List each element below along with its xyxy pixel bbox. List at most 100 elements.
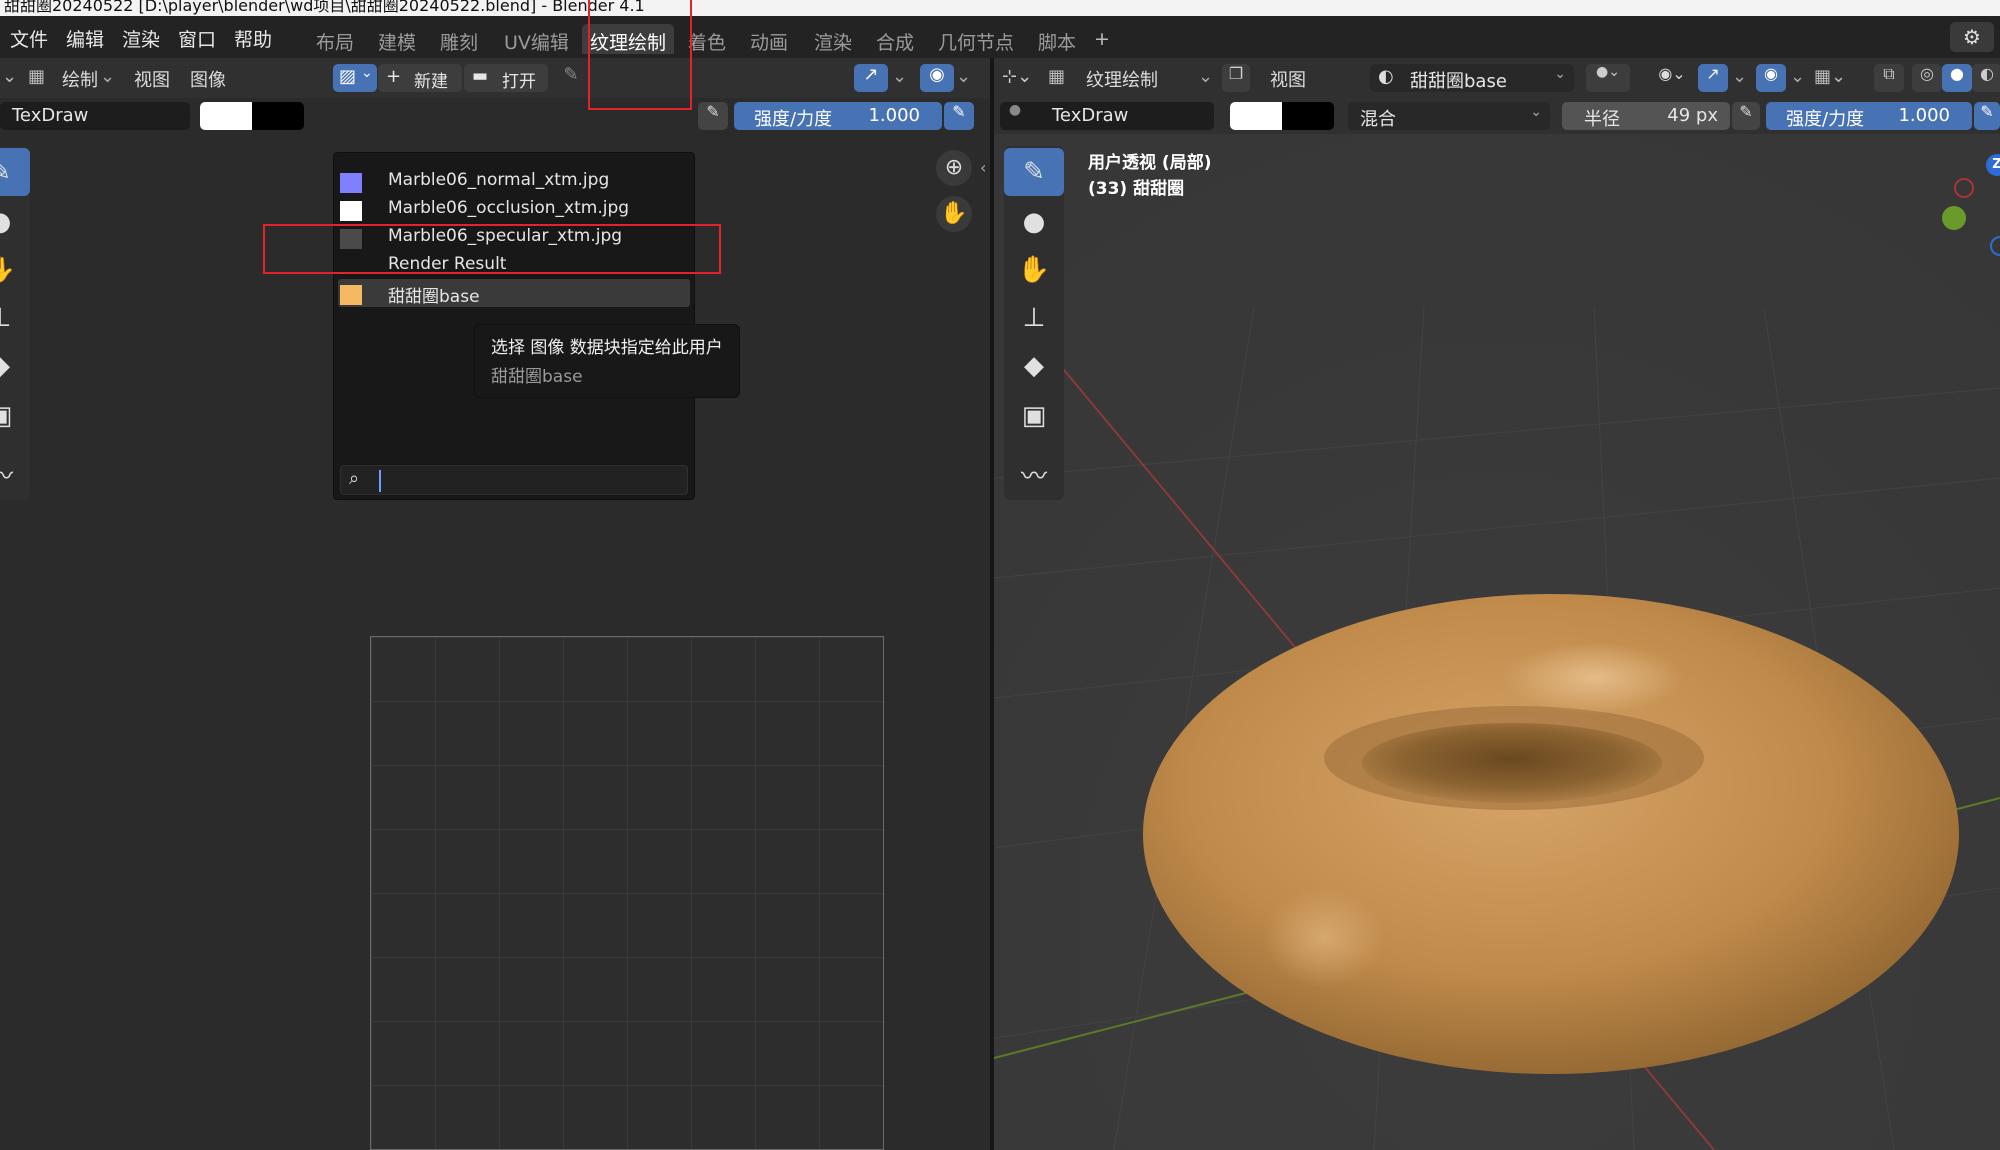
text-cursor: [379, 470, 381, 492]
radius-slider[interactable]: 半径 49 px: [1562, 102, 1730, 130]
visibility-eye-icon[interactable]: ◉⌄: [1650, 64, 1694, 92]
open-image-button[interactable]: ▬ 打开: [464, 64, 548, 92]
primary-color-swatch[interactable]: [1230, 102, 1282, 130]
tooltip-title: 选择 图像 数据块指定给此用户: [491, 338, 723, 358]
brush-name-field[interactable]: TexDraw: [1022, 102, 1214, 130]
editor-type-chevron-icon[interactable]: ⌄: [2, 66, 17, 87]
soften-brush-icon[interactable]: ●: [0, 198, 30, 246]
menu-view[interactable]: 视图: [1270, 66, 1306, 92]
gizmo-neg-x-axis[interactable]: [1954, 178, 1974, 198]
material-shading-icon[interactable]: ◐: [1972, 64, 2000, 92]
menu-window[interactable]: 窗口: [178, 25, 216, 52]
primary-color-swatch[interactable]: [200, 102, 252, 130]
list-item[interactable]: Marble06_normal_xtm.jpg: [334, 167, 694, 195]
xray-icon[interactable]: ⧉: [1874, 64, 1904, 92]
shading-point-icon[interactable]: ●⌄: [1586, 64, 1630, 92]
chevron-down-icon: ⌄: [892, 66, 908, 87]
add-workspace-button[interactable]: +: [1086, 24, 1118, 54]
window-title: 甜甜圈20240522 [D:\player\blender\wd项目\甜甜圈2…: [0, 0, 2000, 16]
mask-brush-icon[interactable]: ▣: [0, 392, 30, 440]
menu-render[interactable]: 渲染: [122, 25, 160, 52]
plus-icon: +: [386, 66, 402, 87]
checker-icon[interactable]: ▦⌄: [1814, 66, 1846, 87]
folder-icon: ▬: [472, 66, 489, 86]
editor-type-icon[interactable]: ⊹⌄: [1002, 66, 1032, 87]
new-image-button[interactable]: + 新建: [378, 64, 462, 92]
copy-icon[interactable]: ❐: [1222, 64, 1250, 92]
material-sphere-icon: ◐: [1378, 66, 1394, 87]
menu-help[interactable]: 帮助: [234, 25, 272, 52]
viewport-toolbar: ✎ ● ✋ ⊥ ◆ ▣ 〰: [1004, 146, 1064, 500]
draw-brush-icon[interactable]: ✎: [0, 148, 30, 196]
clone-brush-icon[interactable]: ⊥: [0, 294, 30, 342]
open-image-label: 打开: [502, 72, 536, 92]
menu-edit[interactable]: 编辑: [66, 25, 104, 52]
image-editor-header: ⌄ ▦ 绘制 ⌄ 视图 图像 ▨ ⌄ + 新建 ▬ 打开 ✎ ↗ ⌄ ◉ ⌄: [0, 58, 990, 98]
menu-file[interactable]: 文件: [10, 25, 48, 52]
overlay-icon[interactable]: ◉: [920, 64, 954, 92]
wireframe-shading-icon[interactable]: ◎: [1912, 64, 1942, 92]
tab-uv-editing[interactable]: UV编辑: [496, 24, 577, 54]
tab-sculpting[interactable]: 雕刻: [432, 24, 486, 54]
menu-view[interactable]: 视图: [134, 66, 170, 92]
mask-brush-icon[interactable]: ▣: [1004, 392, 1064, 440]
search-input[interactable]: ⌕: [340, 465, 688, 495]
gizmo-y-axis[interactable]: [1942, 206, 1966, 230]
strength-label: 强度/力度: [1786, 109, 1865, 130]
sidebar-toggle-icon[interactable]: ‹: [980, 158, 986, 177]
list-item[interactable]: Marble06_occlusion_xtm.jpg: [334, 195, 694, 223]
secondary-color-swatch[interactable]: [252, 102, 304, 130]
pressure-radius-icon[interactable]: ✎: [1732, 102, 1760, 130]
brush-name-field[interactable]: TexDraw: [0, 102, 190, 130]
pressure-strength-icon[interactable]: ✎: [1974, 102, 2000, 130]
mode-dropdown[interactable]: 纹理绘制: [1086, 66, 1158, 92]
pin-icon[interactable]: ✎: [554, 64, 588, 92]
tab-geometry-nodes[interactable]: 几何节点: [930, 24, 1022, 54]
chevron-down-icon: ⌄: [100, 66, 116, 87]
tab-rendering[interactable]: 渲染: [806, 24, 860, 54]
viewport-scene[interactable]: [994, 58, 2000, 1150]
strength-slider[interactable]: 强度/力度 1.000: [734, 102, 942, 130]
gizmo-icon[interactable]: ↗: [1698, 64, 1728, 92]
strength-slider[interactable]: 强度/力度 1.000: [1766, 102, 1972, 130]
strength-value: 1.000: [868, 105, 920, 126]
pressure-radius-icon[interactable]: ✎: [698, 102, 728, 130]
pan-hand-icon[interactable]: ✋: [936, 196, 972, 232]
clone-brush-icon[interactable]: ⊥: [1004, 294, 1064, 342]
image-color-swatch: [340, 201, 362, 221]
donut-highlight: [1504, 642, 1684, 714]
annotate-icon[interactable]: 〰: [0, 450, 30, 498]
blend-mode-dropdown[interactable]: 混合 ⌄: [1348, 102, 1550, 130]
draw-brush-icon[interactable]: ✎: [1004, 148, 1064, 196]
overlay-icon[interactable]: ◉: [1756, 64, 1786, 92]
chevron-down-icon: ⌄: [1554, 66, 1566, 82]
viewport-header: ⊹⌄ ▦ 纹理绘制 ⌄ ❐ 视图 ◐ 甜甜圈base ⌄ ●⌄ ◉⌄ ↗ ⌄ ◉…: [994, 58, 2000, 98]
image-datablock-field[interactable]: ◐ 甜甜圈base ⌄: [1370, 64, 1574, 92]
fill-brush-icon[interactable]: ◆: [1004, 342, 1064, 390]
tab-modeling[interactable]: 建模: [370, 24, 424, 54]
smear-brush-icon[interactable]: ✋: [1004, 246, 1064, 294]
tab-compositing[interactable]: 合成: [868, 24, 922, 54]
secondary-color-swatch[interactable]: [1282, 102, 1334, 130]
tab-layout[interactable]: 布局: [308, 24, 362, 54]
mode-dropdown[interactable]: 绘制: [62, 66, 98, 92]
fill-brush-icon[interactable]: ◆: [0, 342, 30, 390]
uv-sync-icon[interactable]: ↗: [854, 64, 888, 92]
list-item-label: Marble06_normal_xtm.jpg: [388, 170, 610, 190]
tab-scripting[interactable]: 脚本: [1030, 24, 1084, 54]
annotate-icon[interactable]: 〰: [1004, 450, 1064, 498]
smear-brush-icon[interactable]: ✋: [0, 246, 30, 294]
menu-image[interactable]: 图像: [190, 66, 226, 92]
soften-brush-icon[interactable]: ●: [1004, 198, 1064, 246]
chevron-down-icon: ⌄: [956, 66, 972, 87]
image-editor-toolbar: ✎ ● ✋ ⊥ ◆ ▣ 〰: [0, 146, 30, 500]
tab-animation[interactable]: 动画: [742, 24, 796, 54]
scene-settings-icon[interactable]: ⚙: [1950, 22, 1994, 52]
list-item-label: 甜甜圈base: [388, 287, 480, 307]
pressure-strength-icon[interactable]: ✎: [944, 102, 974, 130]
image-browse-button[interactable]: ▨ ⌄: [333, 64, 377, 92]
solid-shading-icon[interactable]: ●: [1942, 64, 1972, 92]
image-canvas[interactable]: [370, 636, 884, 1150]
list-item-highlighted[interactable]: 甜甜圈base: [338, 279, 690, 307]
zoom-icon[interactable]: ⊕: [936, 150, 972, 186]
